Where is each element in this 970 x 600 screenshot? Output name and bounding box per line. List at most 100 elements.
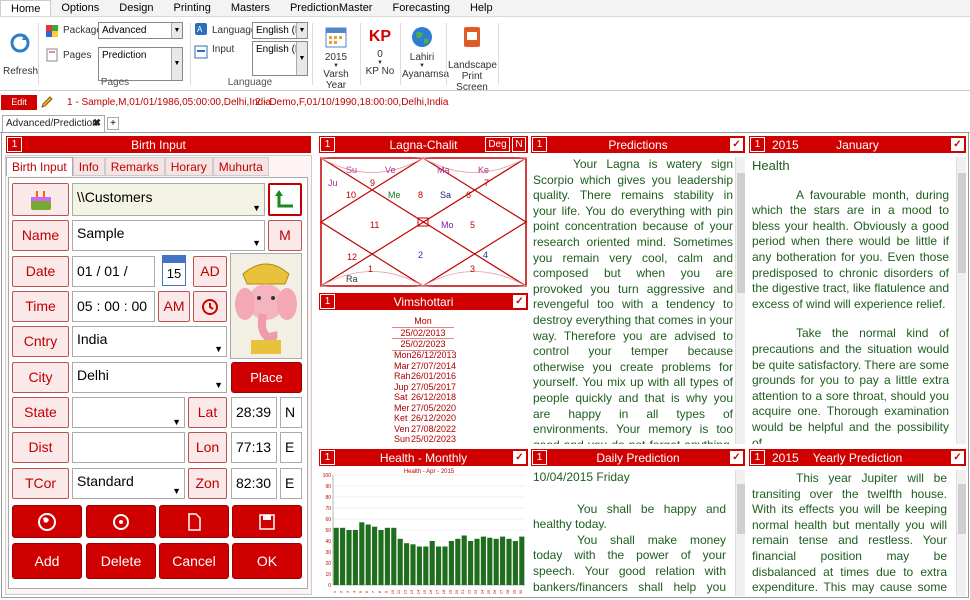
save-button[interactable] (232, 505, 302, 538)
check-icon[interactable]: ✓ (951, 451, 964, 464)
check-icon[interactable]: ✓ (513, 451, 526, 464)
tab-muhurta[interactable]: Muhurta (212, 157, 269, 176)
calendar-button[interactable]: 15 (162, 255, 186, 286)
refresh-button[interactable]: Refresh (3, 31, 38, 77)
city-select[interactable]: Delhi ▼ (72, 362, 227, 393)
package-select[interactable]: Advanced ▼ (98, 22, 183, 39)
yearly-text: This year Jupiter will be transiting ove… (752, 471, 947, 596)
svg-text:A: A (197, 25, 203, 34)
menu-predictionmaster[interactable]: PredictionMaster (280, 0, 383, 16)
profile-2[interactable]: 2 - Demo,F,01/10/1990,18:00:00,Delhi,Ind… (255, 97, 448, 108)
profile-1[interactable]: 1 - Sample,M,01/01/1986,05:00:00,Delhi,I… (67, 97, 271, 108)
lat-field[interactable]: 28:39 (231, 397, 277, 428)
input-select[interactable]: English (E ▼ (252, 41, 308, 76)
bar (512, 541, 518, 585)
target-button[interactable] (86, 505, 156, 538)
dasha-date: 27/08/2022 (410, 423, 456, 434)
tab-horary[interactable]: Horary (164, 157, 213, 176)
yearly-scrollbar[interactable] (956, 470, 966, 596)
check-icon[interactable]: ✓ (513, 295, 526, 308)
print-screen-button[interactable]: Landscape Print Screen (448, 25, 497, 93)
dist-label: Dist (12, 432, 69, 463)
predictions-scrollbar[interactable] (735, 157, 745, 444)
return-arrow-icon (275, 190, 293, 208)
daily-scrollbar[interactable] (735, 470, 745, 596)
tab-advanced-prediction[interactable]: Advanced/Prediction ✖ (2, 115, 105, 133)
date-field[interactable]: 01 / 01 / 1986 (72, 256, 155, 308)
menu-forecasting[interactable]: Forecasting (382, 0, 459, 16)
menu-printing[interactable]: Printing (164, 0, 221, 16)
globe-button[interactable] (12, 505, 82, 538)
time-label: Time (12, 291, 69, 322)
x-tick-label: 21 (460, 589, 465, 594)
scrollbar-thumb[interactable] (737, 484, 745, 534)
predictions-header: 1 Predictions ✓ (530, 135, 746, 154)
zon-direction[interactable]: E (280, 468, 302, 499)
add-button[interactable]: Add (12, 543, 82, 579)
country-select[interactable]: India ▼ (72, 326, 227, 357)
tab-birth-input[interactable]: Birth Input (6, 157, 73, 176)
ad-button[interactable]: AD (193, 256, 227, 287)
menu-help[interactable]: Help (460, 0, 503, 16)
profile-folder-button[interactable] (12, 183, 69, 216)
deg-button[interactable]: Deg (485, 137, 510, 152)
menu-design[interactable]: Design (109, 0, 163, 16)
menu-masters[interactable]: Masters (221, 0, 280, 16)
tab-remarks[interactable]: Remarks (104, 157, 165, 176)
country-label: Cntry (12, 326, 69, 357)
check-icon[interactable]: ✓ (730, 138, 743, 151)
scrollbar-thumb[interactable] (737, 173, 745, 293)
panel-number: 1 (750, 137, 765, 152)
lat-direction[interactable]: N (280, 397, 302, 428)
input-icon (194, 45, 208, 59)
delete-button[interactable]: Delete (86, 543, 156, 579)
menu-home[interactable]: Home (0, 0, 52, 16)
check-icon[interactable]: ✓ (951, 138, 964, 151)
pages-select[interactable]: Prediction ▼ (98, 47, 183, 81)
bar (436, 546, 442, 585)
state-select[interactable]: ▼ (72, 397, 185, 428)
menu-options[interactable]: Options (51, 0, 109, 16)
chart-label-4: 4 (483, 250, 489, 260)
lon-field[interactable]: 77:13 (231, 432, 277, 463)
n-button[interactable]: N (512, 137, 526, 152)
zon-field[interactable]: 82:30 (231, 468, 277, 499)
return-button[interactable] (268, 183, 302, 216)
birth-input-header: 1 Birth Input (5, 135, 312, 154)
x-tick-label: 18 (441, 589, 446, 594)
daily-paragraph-1: You shall be happy and healthy today. (533, 501, 726, 532)
chevron-down-icon: ▼ (214, 343, 223, 354)
varsh-year-button[interactable]: 2015 ▼ Varsh Year (316, 25, 356, 91)
place-finder-button[interactable]: Place Finder (231, 362, 302, 414)
input-label: Input (212, 44, 235, 55)
tab-info[interactable]: Info (72, 157, 105, 176)
ok-button[interactable]: OK (232, 543, 302, 579)
language-select[interactable]: English (E ▼ (252, 22, 308, 39)
bar (340, 527, 346, 585)
pencil-icon[interactable] (40, 95, 54, 109)
close-icon[interactable]: ✖ (93, 116, 101, 132)
check-icon[interactable]: ✓ (730, 451, 743, 464)
time-field[interactable]: 05 : 00 : 00 (72, 291, 155, 322)
dasha-row: Sun 25/02/2023 (394, 434, 456, 445)
kp-no-button[interactable]: KP 0 ▼ KP No (362, 25, 398, 77)
add-tab-button[interactable]: + (107, 117, 119, 130)
customers-path-select[interactable]: \\Customers ▼ (72, 183, 265, 216)
dist-field[interactable] (72, 432, 185, 463)
dasha-planet: Ven (394, 423, 410, 434)
menu-bar: Home Options Design Printing Masters Pre… (0, 0, 970, 17)
monthly-scrollbar[interactable] (956, 157, 966, 444)
new-file-button[interactable] (159, 505, 229, 538)
scrollbar-thumb[interactable] (958, 173, 966, 273)
cancel-button[interactable]: Cancel (159, 543, 229, 579)
gender-button[interactable]: M (268, 220, 302, 251)
globe-icon (38, 513, 56, 531)
scrollbar-thumb[interactable] (958, 484, 966, 534)
lon-direction[interactable]: E (280, 432, 302, 463)
timezone-button[interactable] (193, 291, 227, 322)
tcor-select[interactable]: Standard ▼ (72, 468, 185, 499)
edit-dob-button[interactable]: Edit DOB (1, 95, 37, 122)
am-pm-button[interactable]: AM (158, 291, 190, 322)
ayanamsa-button[interactable]: Lahiri ▼ Ayanamsa (402, 25, 449, 80)
name-field[interactable]: Sample ▼ (72, 220, 265, 251)
